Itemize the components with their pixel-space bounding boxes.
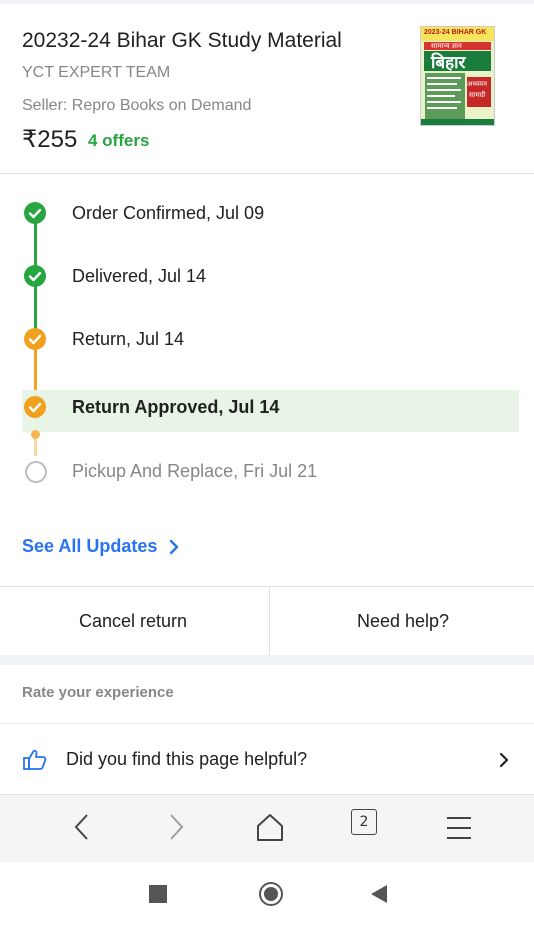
thumbs-up-icon [22, 748, 48, 777]
product-seller: Seller: Repro Books on Demand [22, 97, 252, 114]
timeline-step: Pickup And Replace, Fri Jul 21 [0, 452, 534, 492]
browser-toolbar: 2 [0, 794, 534, 863]
action-bar: Cancel return Need help? [0, 586, 534, 656]
product-title[interactable]: 20232-24 Bihar GK Study Material [22, 29, 342, 53]
cover-top-text: 2023-24 BIHAR GK [424, 29, 487, 36]
check-icon [24, 265, 46, 287]
timeline-step: Order Confirmed, Jul 09 [0, 193, 534, 233]
rate-experience-heading: Rate your experience [22, 684, 174, 701]
cover-line-2: अध्ययन [467, 81, 487, 88]
product-price: ₹255 [22, 126, 78, 153]
step-label: Delivered, Jul 14 [72, 266, 207, 286]
step-label: Return Approved, Jul 14 [72, 397, 280, 417]
forward-icon[interactable] [164, 812, 188, 847]
section-gap [0, 655, 534, 665]
step-label: Pickup And Replace, Fri Jul 21 [72, 461, 318, 481]
menu-icon[interactable] [445, 815, 473, 846]
home-circle-icon[interactable] [258, 881, 284, 912]
chevron-right-icon[interactable] [166, 537, 182, 562]
timeline-step: Return, Jul 14 [0, 319, 534, 359]
helpful-question: Did you find this page helpful? [66, 749, 308, 769]
timeline-step: Delivered, Jul 14 [0, 256, 534, 296]
product-author: YCT EXPERT TEAM [22, 64, 171, 81]
chevron-right-icon [497, 751, 511, 774]
divider [0, 173, 534, 174]
check-icon [24, 396, 46, 418]
step-label: Order Confirmed, Jul 09 [72, 203, 265, 223]
system-nav-bar [0, 862, 534, 926]
recent-apps-icon[interactable] [149, 885, 167, 908]
back-icon[interactable] [70, 812, 94, 847]
home-icon[interactable] [256, 812, 284, 847]
need-help-button[interactable]: Need help? [270, 587, 534, 655]
timeline-step-current: Return Approved, Jul 14 [0, 387, 534, 427]
pending-circle-icon [25, 461, 47, 483]
cover-main-text: बिहार [431, 53, 466, 72]
helpful-row[interactable]: Did you find this page helpful? [0, 723, 534, 794]
cover-line-3: सामग्री [469, 92, 486, 99]
cancel-return-button[interactable]: Cancel return [0, 587, 266, 655]
see-all-updates-link[interactable]: See All Updates [22, 536, 157, 557]
step-label: Return, Jul 14 [72, 329, 185, 349]
product-cover-image[interactable]: 2023-24 BIHAR GK सामान्य ज्ञान बिहार अध्… [420, 26, 495, 126]
check-icon [24, 202, 46, 224]
back-triangle-icon[interactable] [370, 884, 388, 909]
product-card[interactable]: 20232-24 Bihar GK Study Material YCT EXP… [0, 4, 534, 172]
offers-link[interactable]: 4 offers [88, 131, 149, 151]
progress-dot [31, 430, 40, 439]
tabs-icon[interactable]: 2 [351, 809, 377, 835]
check-icon [24, 328, 46, 350]
